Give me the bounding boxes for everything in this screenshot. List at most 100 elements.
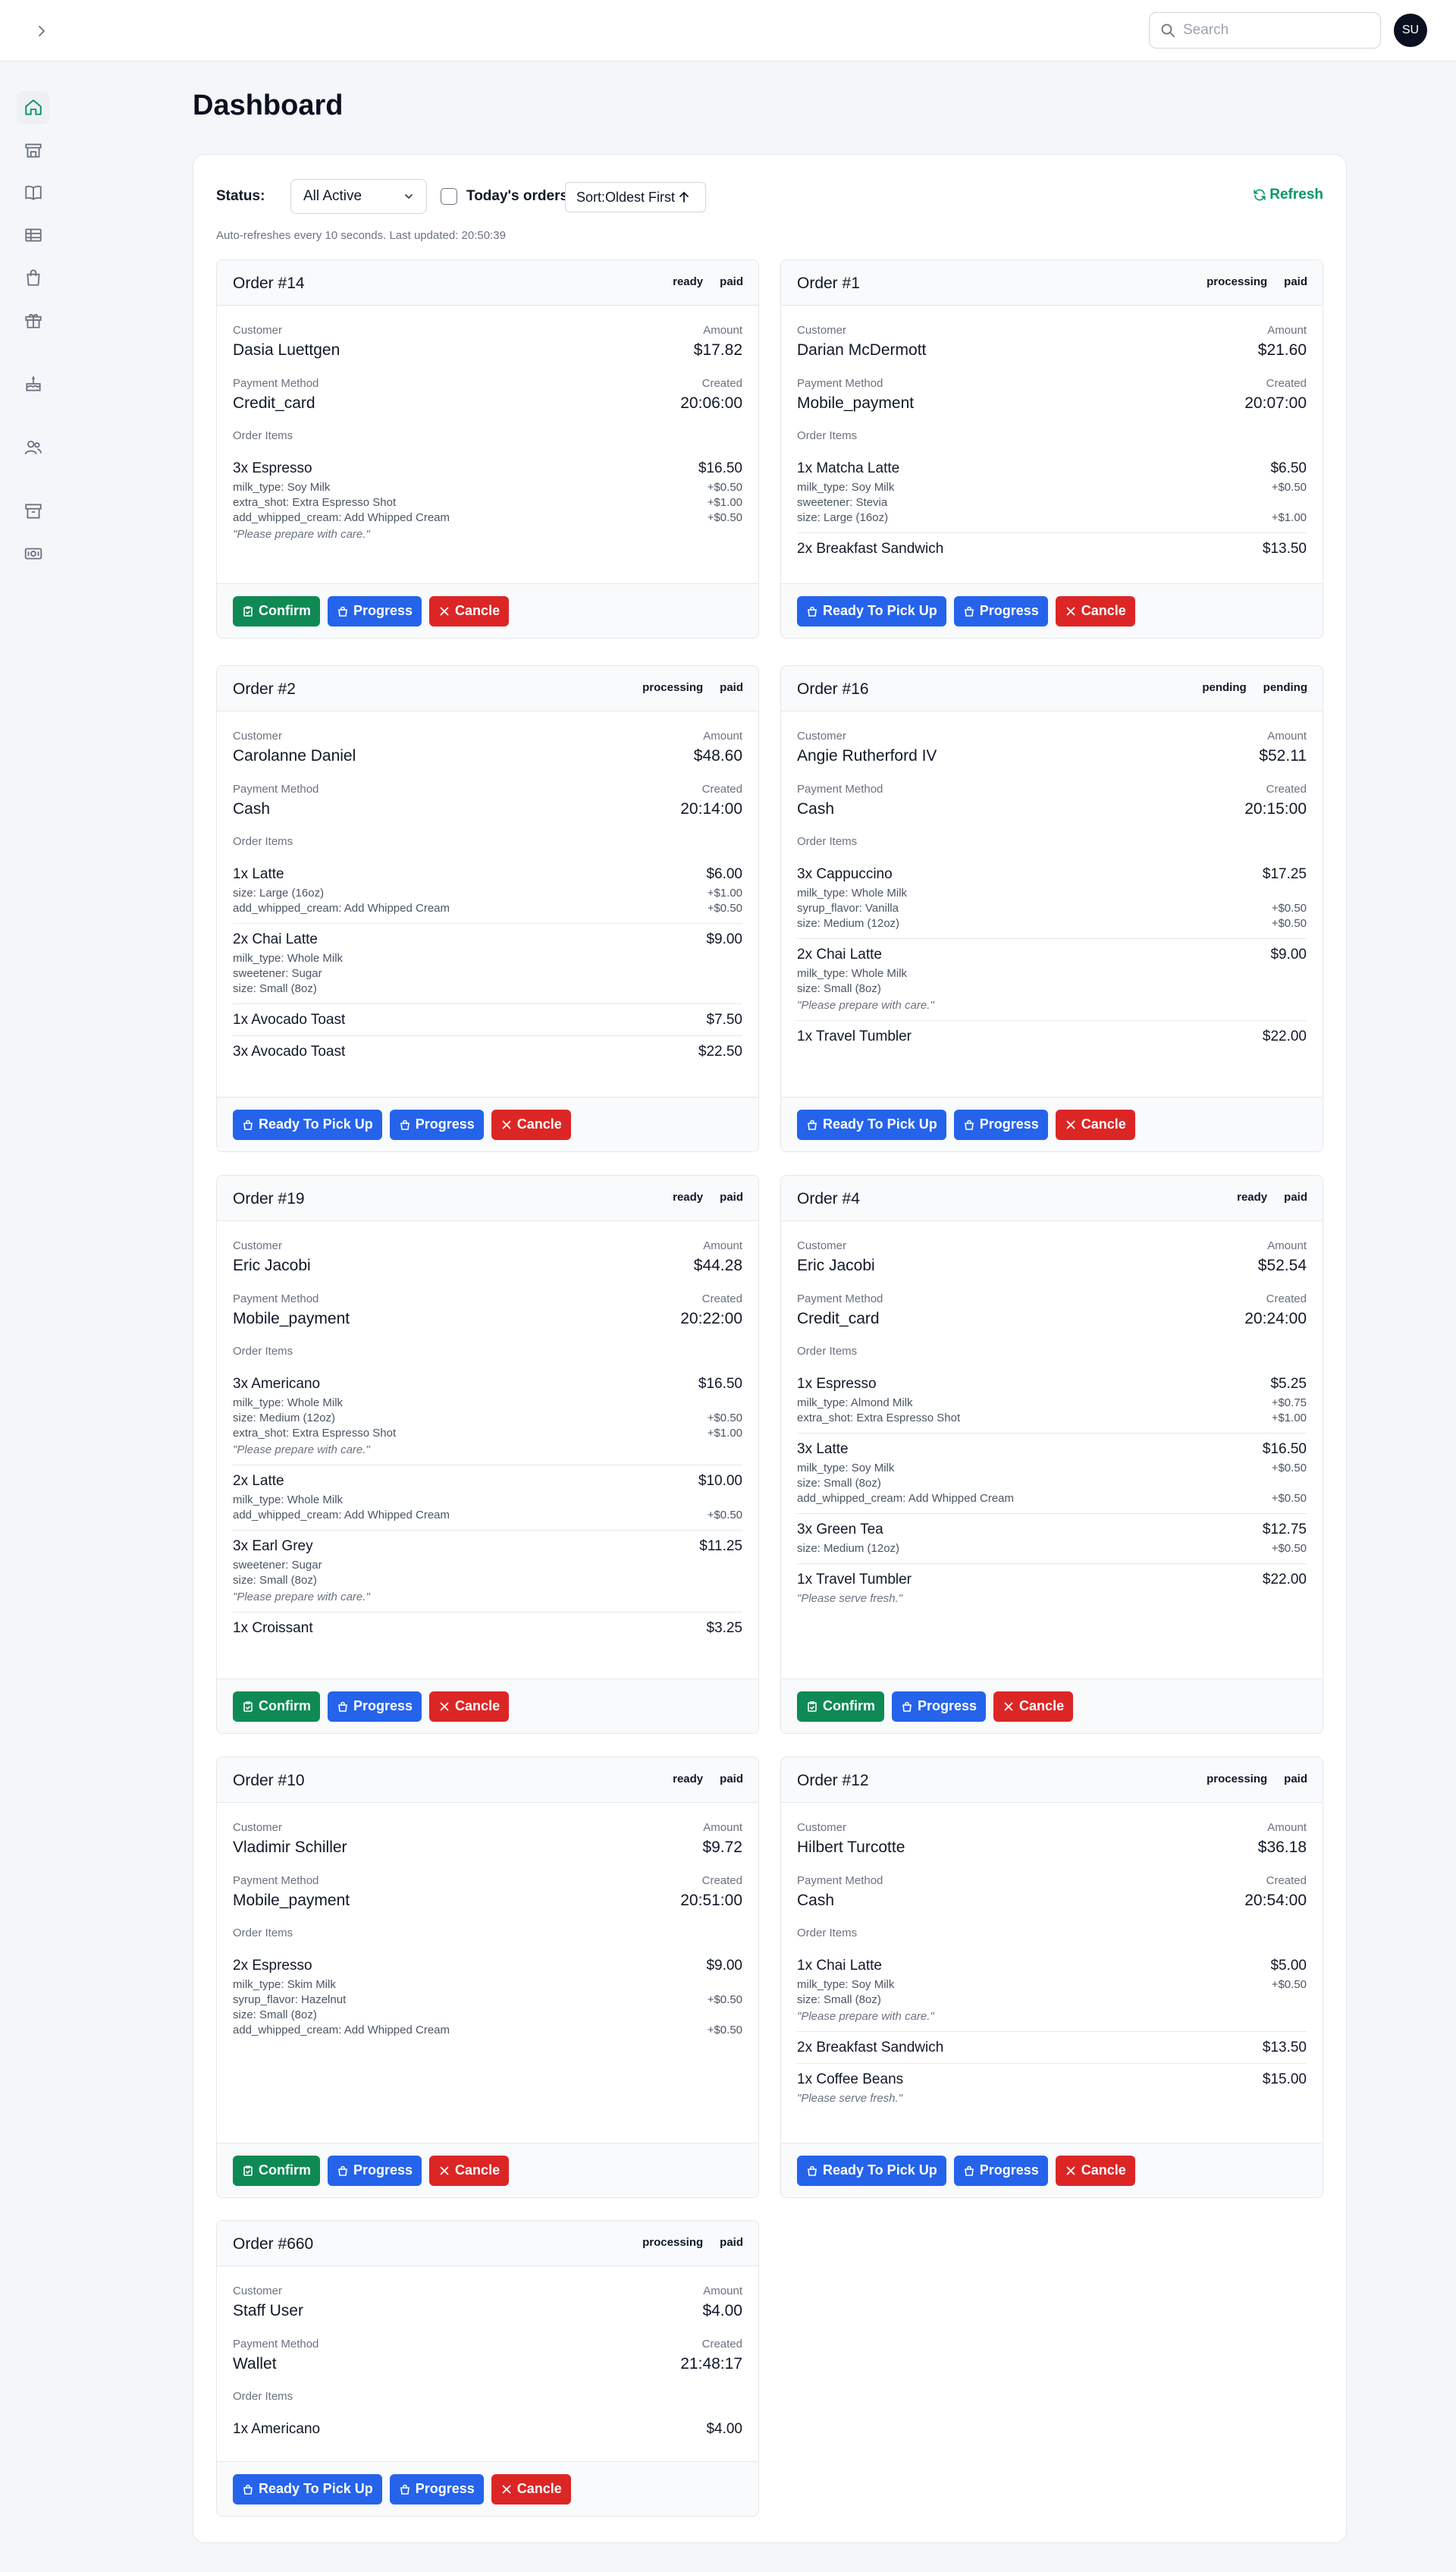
order-item: 2x Breakfast Sandwich $13.50 bbox=[797, 533, 1307, 564]
item-option: add_whipped_cream: Add Whipped Cream bbox=[233, 1509, 450, 1522]
customer-name: Eric Jacobi bbox=[233, 1257, 311, 1274]
amount-label: Amount bbox=[703, 1239, 742, 1252]
button-label: Progress bbox=[979, 2162, 1039, 2178]
auto-refresh-note: Auto-refreshes every 10 seconds. Last up… bbox=[216, 229, 506, 242]
sort-button[interactable]: Sort:Oldest First bbox=[565, 182, 706, 212]
item-option-price: +$0.50 bbox=[1271, 917, 1307, 930]
status-label: Status: bbox=[216, 188, 265, 204]
confirm-button[interactable]: Confirm bbox=[797, 1691, 884, 1722]
order-actions: Confirm Progress Cancle bbox=[217, 1679, 758, 1733]
item-name: 2x Chai Latte bbox=[797, 947, 882, 963]
sidebar-item-rewards[interactable] bbox=[17, 303, 50, 337]
item-option: size: Medium (12oz) bbox=[233, 1412, 336, 1424]
sidebar-item-users[interactable] bbox=[17, 431, 50, 464]
avatar[interactable]: SU bbox=[1394, 14, 1427, 47]
search-input[interactable] bbox=[1183, 22, 1365, 39]
status-select[interactable]: All Active bbox=[290, 179, 427, 214]
order-items-label: Order Items bbox=[233, 429, 293, 442]
sidebar-item-home[interactable] bbox=[17, 91, 50, 124]
progress-button[interactable]: Progress bbox=[328, 1691, 422, 1722]
order-items-label: Order Items bbox=[233, 2390, 293, 2403]
order-items-label: Order Items bbox=[797, 1927, 858, 1939]
item-note: "Please prepare with care." bbox=[233, 528, 370, 541]
order-item: 1x Avocado Toast $7.50 bbox=[233, 1004, 742, 1036]
clipboard-check-icon bbox=[243, 605, 253, 617]
order-item: 1x Latte $6.00 size: Large (16oz) +$1.00 add… bbox=[233, 859, 742, 924]
customer-label: Customer bbox=[233, 1239, 283, 1252]
x-icon bbox=[1066, 607, 1075, 615]
status-badge: ready bbox=[673, 1773, 704, 1785]
item-option-price: +$1.00 bbox=[1271, 1412, 1307, 1424]
cancel-button[interactable]: Cancle bbox=[491, 1109, 571, 1140]
item-price: $6.00 bbox=[706, 866, 742, 882]
sidebar-item-payments[interactable] bbox=[17, 537, 50, 570]
created-label: Created bbox=[1266, 1292, 1307, 1305]
bag-icon bbox=[400, 2484, 410, 2495]
ready-button[interactable]: Ready To Pick Up bbox=[233, 2473, 382, 2504]
item-price: $7.50 bbox=[706, 1012, 742, 1028]
item-option: size: Medium (12oz) bbox=[797, 917, 900, 930]
item-price: $11.25 bbox=[699, 1538, 742, 1554]
confirm-button[interactable]: Confirm bbox=[233, 2155, 320, 2186]
todays-orders-label[interactable]: Today's orders bbox=[466, 188, 568, 205]
payment-status-badge: paid bbox=[720, 681, 743, 694]
todays-orders-checkbox[interactable] bbox=[441, 188, 457, 205]
sidebar-item-orders[interactable] bbox=[17, 261, 50, 294]
progress-button[interactable]: Progress bbox=[389, 1109, 484, 1140]
cancel-button[interactable]: Cancle bbox=[1055, 595, 1135, 627]
customer-label: Customer bbox=[797, 1239, 847, 1252]
cancel-button[interactable]: Cancle bbox=[993, 1691, 1074, 1722]
progress-button[interactable]: Progress bbox=[389, 2473, 484, 2504]
sidebar-item-menu[interactable] bbox=[17, 176, 50, 209]
shopping-bag-icon bbox=[27, 269, 40, 286]
progress-button[interactable]: Progress bbox=[953, 2155, 1048, 2186]
confirm-button[interactable]: Confirm bbox=[233, 595, 320, 627]
order-amount: $52.54 bbox=[1257, 1257, 1307, 1274]
payment-status-badge: paid bbox=[1284, 275, 1307, 288]
cake-icon bbox=[26, 375, 41, 391]
refresh-button[interactable]: Refresh bbox=[1253, 187, 1323, 203]
cancel-button[interactable]: Cancle bbox=[429, 2155, 510, 2186]
cancel-button[interactable]: Cancle bbox=[429, 1691, 510, 1722]
sidebar-item-store[interactable] bbox=[17, 133, 50, 167]
progress-button[interactable]: Progress bbox=[953, 595, 1048, 627]
search-box[interactable] bbox=[1149, 12, 1381, 49]
order-item: 1x Travel Tumbler $22.00 "Please serve fre… bbox=[797, 1564, 1307, 1613]
item-name: 1x Croissant bbox=[233, 1620, 313, 1636]
item-option: size: Small (8oz) bbox=[233, 2008, 317, 2021]
order-items-list: 1x Espresso $5.25 milk_type: Almond Milk +$… bbox=[797, 1358, 1307, 1613]
sidebar-item-bakery[interactable] bbox=[17, 367, 50, 400]
sidebar-item-inventory[interactable] bbox=[17, 495, 50, 528]
order-items-list: 1x Americano $4.00 bbox=[233, 2403, 742, 2445]
sidebar-toggle-button[interactable] bbox=[29, 18, 55, 44]
ready-button[interactable]: Ready To Pick Up bbox=[797, 595, 946, 627]
progress-button[interactable]: Progress bbox=[328, 2155, 422, 2186]
item-option: extra_shot: Extra Espresso Shot bbox=[233, 1427, 397, 1440]
cancel-button[interactable]: Cancle bbox=[1055, 1109, 1135, 1140]
item-option: add_whipped_cream: Add Whipped Cream bbox=[233, 902, 450, 915]
cancel-button[interactable]: Cancle bbox=[491, 2473, 571, 2504]
payment-method: Cash bbox=[797, 800, 835, 818]
item-option-price: +$0.50 bbox=[707, 1993, 742, 2006]
created-label: Created bbox=[701, 1874, 742, 1887]
item-option: add_whipped_cream: Add Whipped Cream bbox=[797, 1492, 1015, 1505]
status-badge: ready bbox=[1237, 1191, 1268, 1204]
order-items-label: Order Items bbox=[233, 1927, 293, 1939]
bag-icon bbox=[808, 1120, 817, 1130]
confirm-button[interactable]: Confirm bbox=[233, 1691, 320, 1722]
order-item: 1x Chai Latte $5.00 milk_type: Soy Milk +$0… bbox=[797, 1950, 1307, 2032]
progress-button[interactable]: Progress bbox=[892, 1691, 987, 1722]
progress-button[interactable]: Progress bbox=[953, 1109, 1048, 1140]
cancel-button[interactable]: Cancle bbox=[429, 595, 510, 627]
cancel-button[interactable]: Cancle bbox=[1055, 2155, 1135, 2186]
order-header: Order #12 processing paid bbox=[781, 1757, 1323, 1803]
payment-status-badge: pending bbox=[1263, 681, 1307, 694]
ready-button[interactable]: Ready To Pick Up bbox=[233, 1109, 382, 1140]
ready-button[interactable]: Ready To Pick Up bbox=[797, 2155, 946, 2186]
sidebar-item-tables[interactable] bbox=[17, 218, 50, 252]
ready-button[interactable]: Ready To Pick Up bbox=[797, 1109, 946, 1140]
item-option-price: +$0.50 bbox=[707, 1509, 742, 1522]
sort-label: Sort:Oldest First bbox=[576, 189, 676, 205]
item-price: $17.25 bbox=[1262, 866, 1307, 882]
progress-button[interactable]: Progress bbox=[328, 595, 422, 627]
